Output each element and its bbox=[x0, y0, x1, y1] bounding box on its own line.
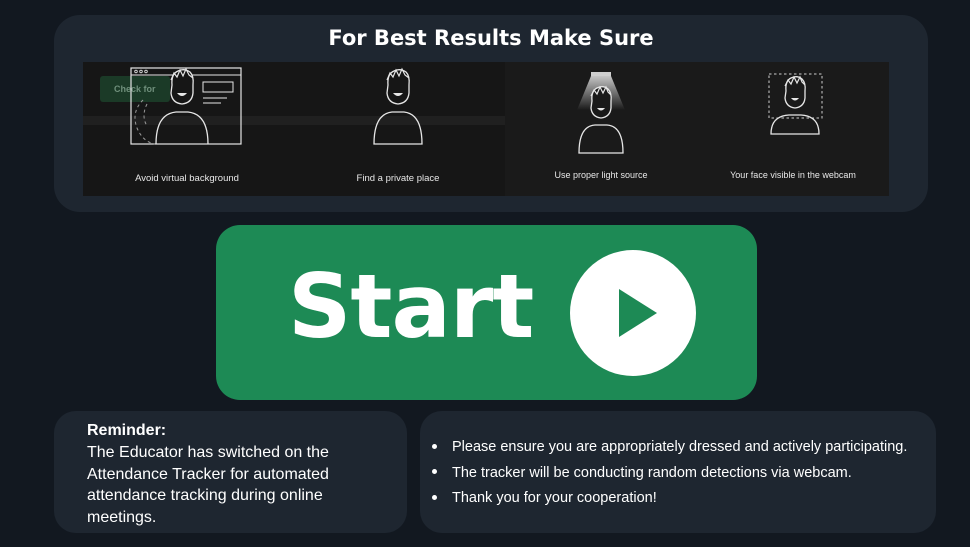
tip-label: Find a private place bbox=[356, 173, 440, 184]
tip-proper-light-source: Use proper light source bbox=[505, 62, 697, 196]
reminder-card: Reminder: The Educator has switched on t… bbox=[54, 411, 407, 533]
light-source-icon bbox=[577, 72, 625, 154]
list-item-text: Please ensure you are appropriately dres… bbox=[452, 439, 908, 455]
instructions-card: Please ensure you are appropriately dres… bbox=[420, 411, 936, 533]
instructions-list: Please ensure you are appropriately dres… bbox=[432, 438, 907, 515]
play-icon bbox=[570, 250, 696, 376]
list-item-text: Thank you for your cooperation! bbox=[452, 490, 657, 506]
best-results-card: For Best Results Make Sure Check for Avo… bbox=[54, 15, 928, 212]
best-results-title: For Best Results Make Sure bbox=[328, 26, 654, 50]
tips-strip: Check for Avoid virtual background Find … bbox=[83, 62, 889, 196]
face-frame-icon bbox=[768, 73, 823, 135]
private-place-icon bbox=[373, 67, 423, 145]
tip-avoid-virtual-background: Check for Avoid virtual background bbox=[83, 62, 291, 196]
list-item: Please ensure you are appropriately dres… bbox=[432, 438, 907, 464]
bullet-icon bbox=[432, 469, 437, 474]
list-item: Thank you for your cooperation! bbox=[432, 489, 907, 515]
bullet-icon bbox=[432, 443, 437, 449]
virtual-background-icon bbox=[130, 67, 242, 145]
tip-label: Avoid virtual background bbox=[135, 173, 239, 184]
bullet-icon bbox=[432, 494, 437, 500]
tip-label: Your face visible in the webcam bbox=[730, 170, 856, 180]
tip-label: Use proper light source bbox=[554, 170, 648, 180]
tip-face-visible: Your face visible in the webcam bbox=[697, 62, 889, 196]
list-item-text: The tracker will be conducting random de… bbox=[452, 464, 852, 481]
list-item: The tracker will be conducting random de… bbox=[432, 464, 907, 490]
attendance-tracker-screen: For Best Results Make Sure Check for Avo… bbox=[0, 0, 970, 547]
reminder-text: The Educator has switched on the Attenda… bbox=[87, 444, 329, 526]
reminder-title: Reminder: bbox=[87, 422, 167, 439]
tip-find-private-place: Find a private place bbox=[291, 62, 505, 196]
start-button-label: Start bbox=[288, 255, 534, 358]
start-button[interactable]: Start bbox=[216, 225, 757, 400]
